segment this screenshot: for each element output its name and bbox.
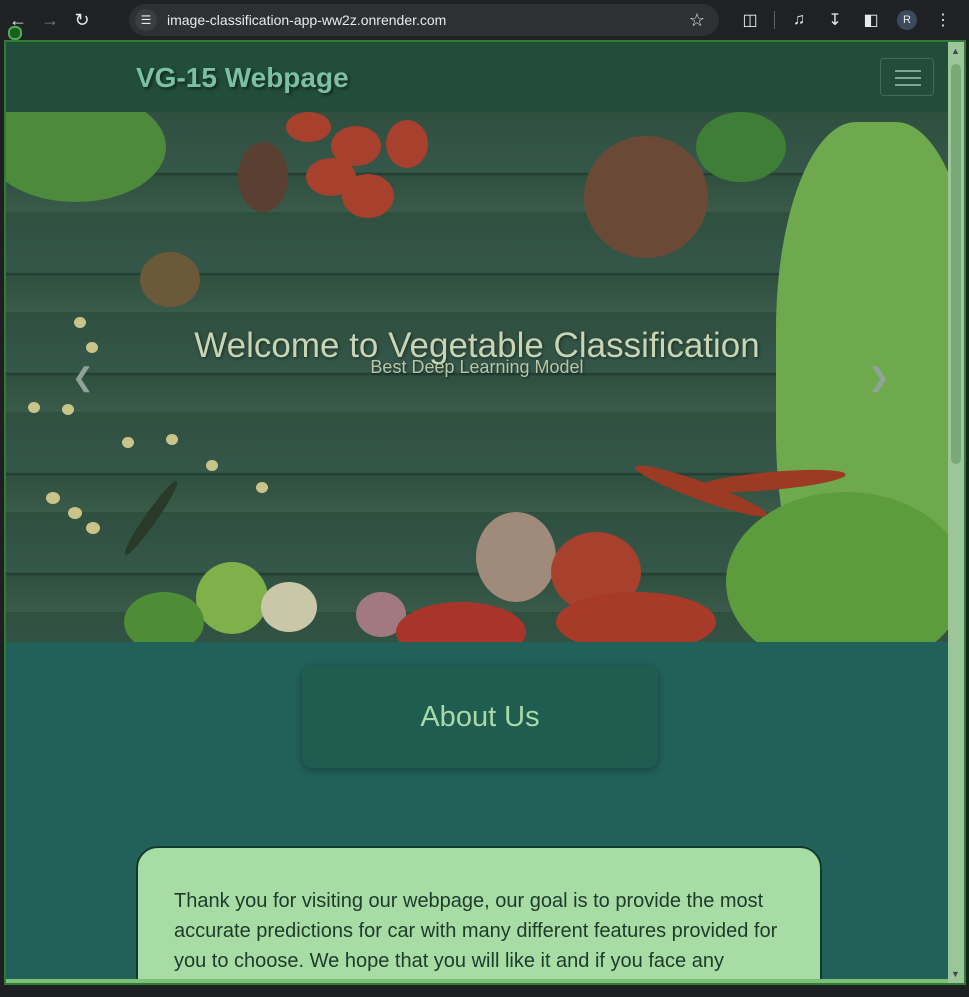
pea-image [68,507,82,519]
carousel-prev-icon[interactable]: ❮ [72,362,94,393]
hero-carousel: Welcome to Vegetable Classification Best… [6,112,948,642]
recording-indicator-icon [8,26,22,40]
tomato-image [386,120,428,168]
media-list-icon[interactable]: ♫ [781,6,817,34]
star-icon[interactable]: ☆ [689,10,705,31]
site-info-icon[interactable]: ☰ [135,9,157,31]
reload-icon[interactable]: ↻ [68,6,96,34]
browser-toolbar: ← → ↻ ☰ image-classification-app-ww2z.on… [0,0,969,40]
scroll-up-icon[interactable]: ▲ [951,46,960,56]
address-bar[interactable]: ☰ image-classification-app-ww2z.onrender… [129,4,719,36]
pea-spoon-image [140,252,200,307]
side-panel-icon[interactable]: ◧ [853,6,889,34]
about-us-card: About Us [302,666,658,768]
page-viewport: VG-15 Webpage Welcome to Vegetable Class… [4,40,966,985]
avatar: R [897,10,917,30]
pea-image [206,460,218,471]
pea-image [62,404,74,415]
hero-subtitle: Best Deep Learning Model [370,357,584,377]
pea-image [256,482,268,493]
navbar: VG-15 Webpage [6,42,948,112]
about-us-title: About Us [420,700,540,733]
download-icon[interactable]: ↧ [817,6,853,34]
kebab-menu-icon[interactable]: ⋮ [925,6,961,34]
scroll-down-icon[interactable]: ▼ [951,969,960,979]
about-text: Thank you for visiting our webpage, our … [174,890,778,972]
tomato-image [342,174,394,218]
about-text-box: Thank you for visiting our webpage, our … [136,846,822,983]
toolbar-divider [774,11,775,29]
scroll-thumb[interactable] [951,64,961,464]
url-text[interactable]: image-classification-app-ww2z.onrender.c… [167,12,446,28]
chili-bowl-image [584,136,708,258]
tomato-image [286,112,331,142]
vertical-scrollbar[interactable]: ▲ ▼ [948,42,964,983]
pea-image [28,402,40,413]
parsley-image [696,112,786,182]
pea-image [122,437,134,448]
pea-image [86,522,100,534]
pea-image [46,492,60,504]
onion-bowl-image [476,512,556,602]
hamburger-icon[interactable] [880,58,934,96]
puzzle-icon[interactable]: ◫ [732,6,768,34]
pea-image [166,434,178,445]
carousel-next-icon[interactable]: ❯ [868,362,890,393]
profile-button[interactable]: R [889,6,925,34]
lime-image [196,562,268,634]
garlic-image [261,582,317,632]
horizontal-scrollbar[interactable] [6,979,948,983]
bean-spoon-image [238,142,288,212]
taskbar-strip [0,985,969,997]
brand-title[interactable]: VG-15 Webpage [136,62,349,94]
forward-icon[interactable]: → [36,6,64,34]
